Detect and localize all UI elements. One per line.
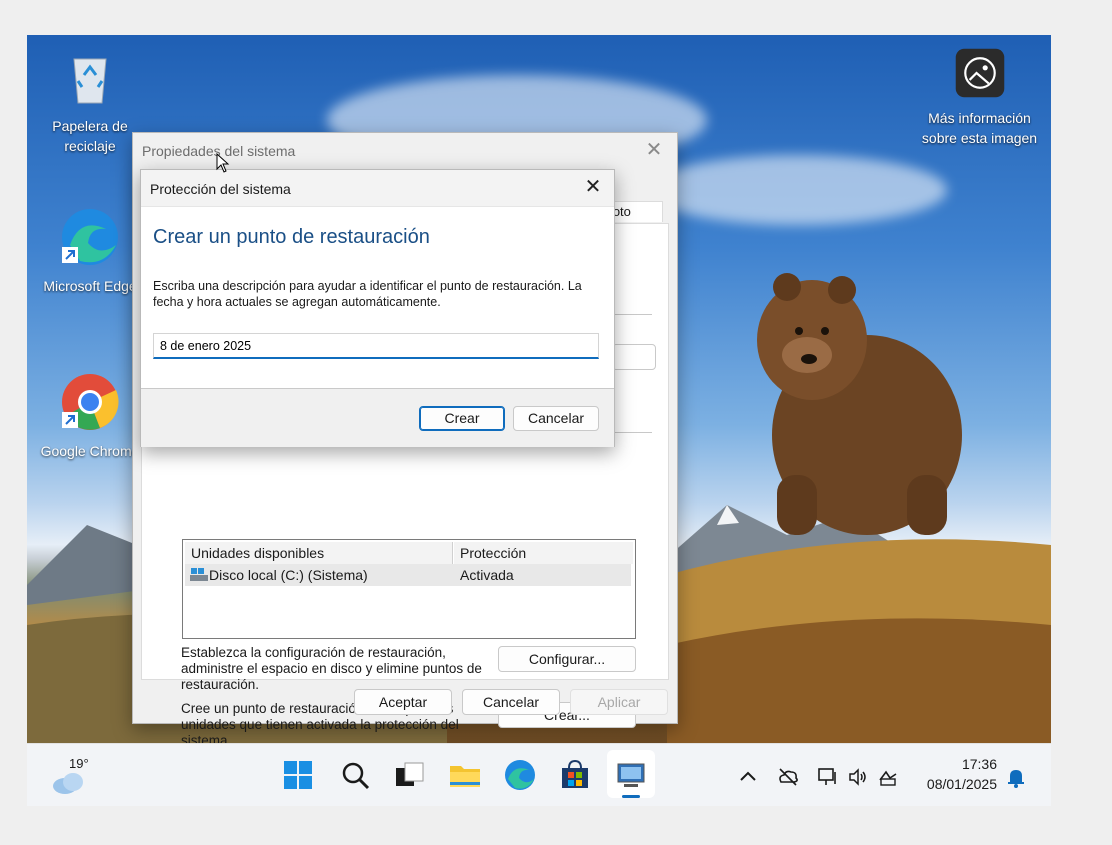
create-button[interactable]: Crear — [419, 406, 505, 431]
file-explorer-icon[interactable] — [448, 758, 482, 792]
recycle-bin-icon — [73, 58, 107, 104]
volume-icon[interactable] — [847, 766, 869, 788]
camera-info-icon — [955, 48, 1004, 98]
bear-image — [757, 273, 962, 535]
restore-point-description-input[interactable] — [153, 333, 599, 359]
edge-browser-icon[interactable] — [503, 758, 537, 792]
taskbar: 19° 17:36 08/01/2025 — [27, 743, 1051, 806]
column-header-drives[interactable]: Unidades disponibles — [185, 542, 453, 564]
microsoft-store-icon[interactable] — [558, 758, 592, 792]
dialog-description: Escriba una descripción para ayudar a id… — [153, 279, 582, 309]
drive-icon — [190, 568, 208, 581]
spotlight-info-label: Más información sobre esta imagen — [921, 110, 1038, 146]
notification-bell-icon[interactable] — [1005, 766, 1027, 788]
weather-temperature: 19° — [69, 756, 89, 771]
drives-table[interactable]: Unidades disponibles Protección Disco lo… — [182, 539, 636, 639]
edge-icon — [62, 209, 118, 265]
battery-charging-icon[interactable] — [877, 766, 899, 788]
active-indicator — [622, 795, 640, 798]
ok-button[interactable]: Aceptar — [354, 689, 452, 715]
clock-time: 17:36 — [961, 756, 997, 772]
onedrive-offline-icon[interactable] — [777, 766, 799, 788]
chrome-shortcut[interactable]: Google Chrome — [35, 372, 145, 461]
edge-label: Microsoft Edge — [43, 278, 137, 294]
dialog-heading: Crear un punto de restauración — [153, 226, 430, 248]
start-windows-icon[interactable] — [281, 758, 315, 792]
search-icon[interactable] — [338, 758, 372, 792]
mouse-cursor-icon — [216, 153, 230, 173]
clock-date: 08/01/2025 — [926, 776, 997, 792]
weather-widget[interactable]: 19° — [51, 756, 111, 796]
table-row[interactable]: Disco local (C:) (Sistema) Activada — [185, 564, 631, 586]
clock[interactable]: 17:36 08/01/2025 — [927, 754, 997, 794]
chevron-up-icon[interactable] — [737, 766, 759, 788]
partial-button[interactable] — [612, 344, 656, 370]
configure-description: Establezca la configuración de restaurac… — [181, 645, 482, 692]
spotlight-info-shortcut[interactable]: Más información sobre esta imagen — [917, 47, 1042, 148]
close-icon: ✕ — [584, 176, 602, 198]
chrome-label: Google Chrome — [40, 443, 140, 459]
recycle-bin-shortcut[interactable]: Papelera de reciclaje — [35, 47, 145, 156]
apply-button[interactable]: Aplicar — [570, 689, 668, 715]
close-button[interactable]: ✕ — [580, 176, 606, 200]
drive-protection-status: Activada — [460, 567, 514, 583]
title-bar[interactable]: Protección del sistema ✕ — [141, 170, 614, 207]
system-properties-app-icon[interactable] — [614, 758, 648, 792]
recycle-bin-label: Papelera de reciclaje — [52, 118, 128, 154]
task-view-icon[interactable] — [393, 758, 427, 792]
title-bar[interactable]: Propiedades del sistema ✕ — [133, 133, 677, 169]
network-icon[interactable] — [817, 766, 839, 788]
divider — [612, 432, 652, 433]
chrome-icon — [62, 374, 119, 430]
close-button[interactable]: ✕ — [641, 139, 667, 163]
cloud — [647, 155, 947, 225]
restore-point-dialog: Protección del sistema ✕ Crear un punto … — [140, 169, 615, 447]
close-icon: ✕ — [645, 139, 663, 161]
column-header-protection[interactable]: Protección — [454, 542, 633, 564]
cancel-button[interactable]: Cancelar — [462, 689, 560, 715]
dialog-title: Protección del sistema — [150, 181, 291, 197]
drive-name: Disco local (C:) (Sistema) — [209, 567, 368, 583]
configure-button[interactable]: Configurar... — [498, 646, 636, 672]
dialog-footer: Crear Cancelar — [141, 388, 614, 447]
divider — [612, 314, 652, 315]
cancel-button[interactable]: Cancelar — [513, 406, 599, 431]
edge-shortcut[interactable]: Microsoft Edge — [35, 207, 145, 296]
